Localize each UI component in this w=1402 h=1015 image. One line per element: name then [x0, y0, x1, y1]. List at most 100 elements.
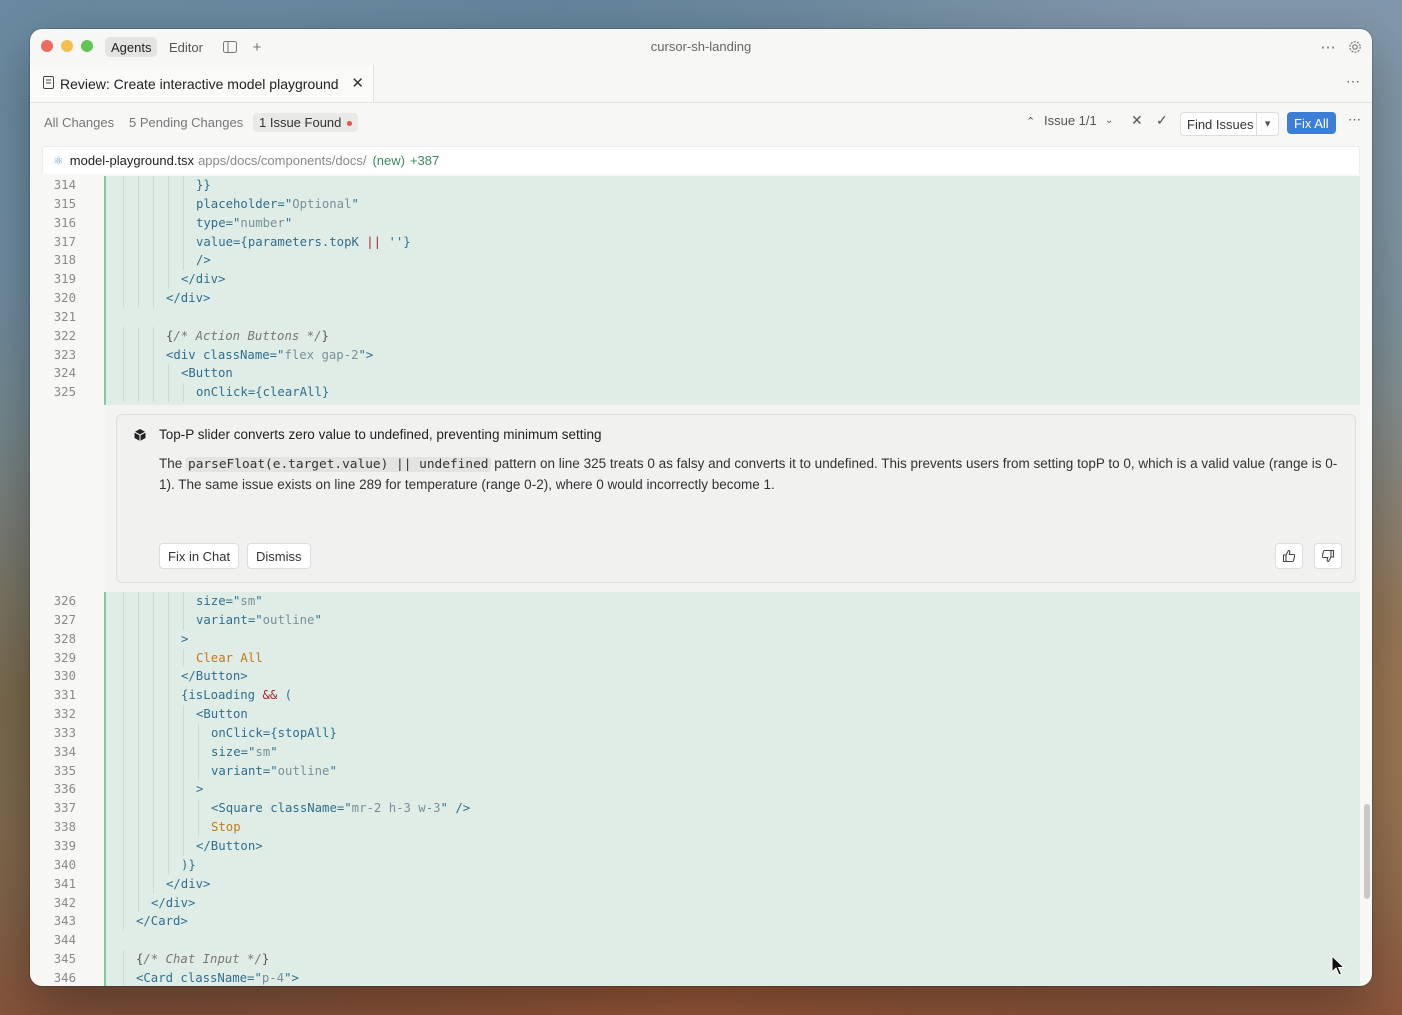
- indent-guide: [123, 742, 124, 762]
- review-document-icon: [43, 75, 54, 92]
- indent-guide: [123, 610, 124, 630]
- prev-issue-chevron-up-icon[interactable]: ⌃: [1026, 115, 1035, 128]
- code-text: >: [181, 631, 189, 646]
- thumbs-down-icon[interactable]: [1314, 543, 1342, 569]
- indent-guide: [153, 799, 154, 819]
- indent-guide: [138, 836, 139, 856]
- indent-guide: [138, 874, 139, 894]
- line-number: 328: [53, 631, 76, 646]
- accept-check-icon[interactable]: ✓: [1156, 112, 1168, 129]
- find-issues-button[interactable]: Find Issues ▾: [1180, 112, 1279, 136]
- filter-all-changes[interactable]: All Changes: [38, 113, 120, 132]
- code-text: type="number": [196, 215, 293, 230]
- issue-dot-icon: [347, 121, 353, 127]
- file-path: apps/docs/components/docs/: [198, 153, 367, 168]
- indent-guide: [123, 818, 124, 837]
- indent-guide: [198, 818, 199, 837]
- indent-guide: [168, 213, 169, 233]
- indent-guide: [153, 780, 154, 800]
- code-line: 334 size="sm": [42, 742, 1360, 762]
- next-issue-chevron-down-icon[interactable]: ⌄: [1105, 115, 1113, 126]
- line-number: 314: [53, 178, 76, 192]
- issue-panel: Top-P slider converts zero value to unde…: [106, 405, 1360, 592]
- tab-more-icon[interactable]: ⋯: [1346, 73, 1360, 90]
- editor-mode-button[interactable]: Editor: [163, 37, 209, 57]
- line-number: 320: [53, 291, 76, 306]
- agents-mode-button[interactable]: Agents: [105, 37, 158, 57]
- sidebar-toggle-icon[interactable]: [220, 37, 240, 57]
- indent-guide: [153, 592, 154, 611]
- code-text: Clear All: [196, 650, 263, 665]
- indent-guide: [138, 723, 139, 743]
- indent-guide: [138, 893, 139, 913]
- indent-guide: [153, 610, 154, 630]
- close-tab-icon[interactable]: ✕: [351, 74, 364, 92]
- line-number: 324: [53, 366, 76, 381]
- review-toolbar: All Changes 5 Pending Changes 1 Issue Fo…: [30, 103, 1372, 141]
- indent-guide: [168, 855, 169, 875]
- indent-guide: [183, 232, 184, 252]
- indent-guide: [183, 799, 184, 819]
- code-line: 336 >: [42, 780, 1360, 800]
- fix-all-button[interactable]: Fix All: [1287, 112, 1336, 134]
- indent-guide: [168, 742, 169, 762]
- dismiss-button[interactable]: Dismiss: [247, 543, 311, 569]
- code-text: <Card className="p-4">: [136, 970, 299, 985]
- indent-guide: [168, 761, 169, 781]
- indent-guide: [123, 874, 124, 894]
- file-header[interactable]: ⚛ model-playground.tsx apps/docs/compone…: [42, 146, 1360, 174]
- settings-gear-icon[interactable]: [1345, 37, 1365, 57]
- line-number: 338: [53, 820, 76, 835]
- indent-guide: [123, 383, 124, 403]
- indent-guide: [123, 912, 124, 932]
- zoom-window-button[interactable]: [81, 40, 93, 52]
- indent-guide: [123, 968, 124, 986]
- indent-guide: [153, 251, 154, 271]
- indent-guide: [138, 251, 139, 271]
- reject-x-icon[interactable]: ✕: [1131, 112, 1143, 129]
- line-number: 322: [53, 328, 76, 343]
- indent-guide: [153, 270, 154, 290]
- find-issues-chevron-down-icon[interactable]: ▾: [1256, 113, 1278, 135]
- line-number: 323: [53, 347, 76, 362]
- indent-guide: [168, 780, 169, 800]
- indent-guide: [183, 836, 184, 856]
- thumbs-up-icon[interactable]: [1275, 543, 1303, 569]
- indent-guide: [153, 232, 154, 252]
- indent-guide: [153, 213, 154, 233]
- code-line: 340)}: [42, 855, 1360, 875]
- issue-code-snippet: parseFloat(e.target.value) || undefined: [186, 457, 491, 472]
- minimize-window-button[interactable]: [61, 40, 73, 52]
- new-tab-plus-icon[interactable]: +: [247, 37, 267, 57]
- close-window-button[interactable]: [41, 40, 53, 52]
- code-line: 339 </Button>: [42, 836, 1360, 856]
- indent-guide: [153, 176, 154, 195]
- indent-guide: [168, 383, 169, 403]
- indent-guide: [123, 648, 124, 668]
- indent-guide: [183, 780, 184, 800]
- code-text: </Card>: [136, 914, 188, 929]
- code-text: </div>: [181, 272, 226, 287]
- indent-guide: [153, 855, 154, 875]
- indent-guide: [183, 383, 184, 403]
- indent-guide: [183, 761, 184, 781]
- filter-issues-found[interactable]: 1 Issue Found: [253, 113, 359, 132]
- indent-guide: [168, 251, 169, 271]
- line-number: 316: [53, 215, 76, 230]
- tab-review[interactable]: Review: Create interactive model playgro…: [30, 65, 374, 102]
- code-line: 317 value={parameters.topK || ''}: [42, 232, 1360, 252]
- filter-pending-changes[interactable]: 5 Pending Changes: [123, 113, 249, 132]
- fix-in-chat-button[interactable]: Fix in Chat: [159, 543, 240, 569]
- indent-guide: [138, 705, 139, 724]
- line-number: 321: [53, 309, 76, 324]
- indent-guide: [123, 629, 124, 649]
- review-more-icon[interactable]: ⋯: [1348, 112, 1361, 128]
- code-line: 341 </div>: [42, 874, 1360, 894]
- editor-scrollbar[interactable]: [1364, 804, 1370, 899]
- code-text: <Button: [181, 366, 233, 381]
- code-text: <Button: [196, 707, 248, 722]
- indent-guide: [183, 194, 184, 214]
- issue-card: Top-P slider converts zero value to unde…: [116, 414, 1356, 583]
- code-line: 316 type="number": [42, 213, 1360, 233]
- more-options-icon[interactable]: ⋯: [1318, 37, 1338, 57]
